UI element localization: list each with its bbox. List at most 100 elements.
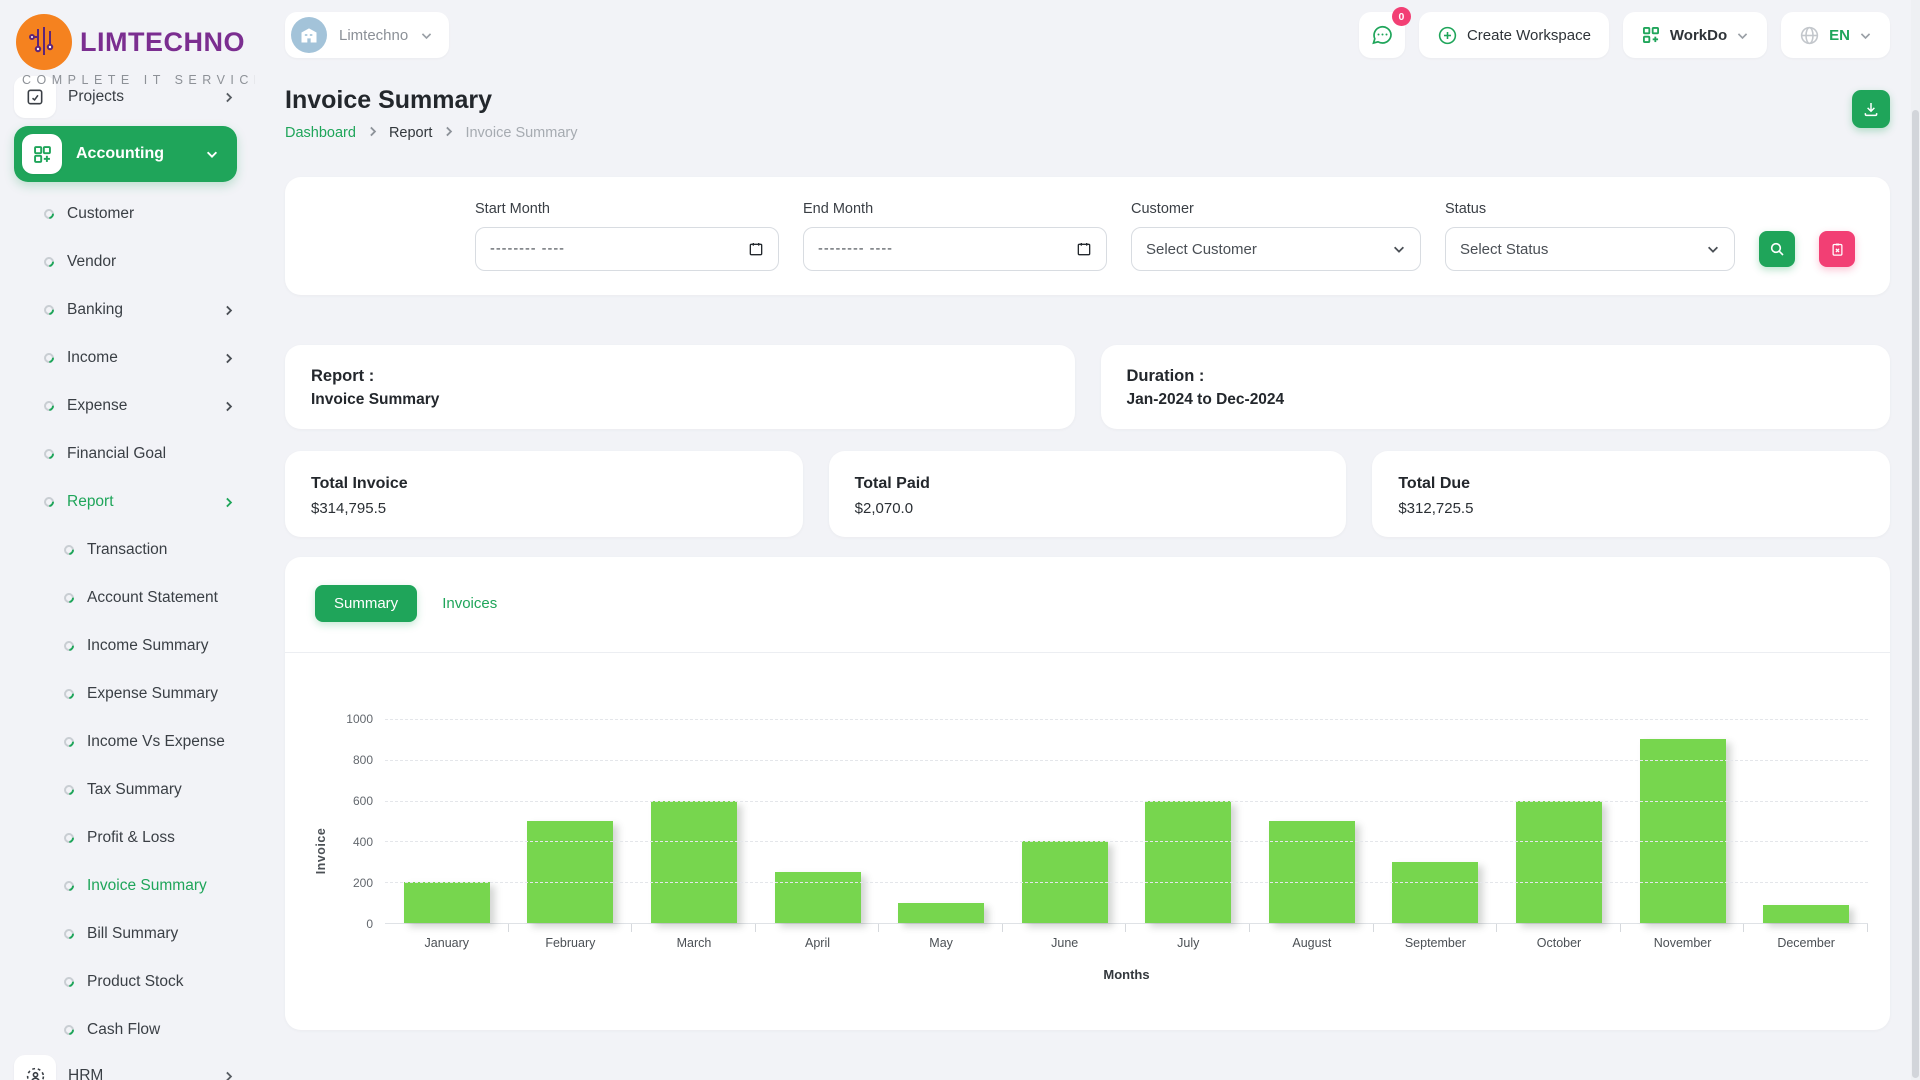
stat-card-total-invoice: Total Invoice $314,795.5 [285, 451, 803, 537]
x-tick-label: September [1404, 936, 1466, 950]
bullet-icon [41, 446, 57, 462]
stat-card-total-paid: Total Paid $2,070.0 [828, 451, 1347, 537]
calendar-icon[interactable] [1076, 241, 1092, 257]
tab-invoices[interactable]: Invoices [423, 585, 516, 622]
bar-april[interactable] [774, 872, 861, 923]
y-tick-label: 200 [352, 876, 373, 890]
x-tick-label: February [545, 936, 596, 950]
bullet-icon [61, 926, 77, 942]
gridline [385, 882, 1868, 884]
clipboard-x-icon [1830, 242, 1845, 257]
x-tick-label: June [1051, 936, 1079, 950]
breadcrumb-report[interactable]: Report [389, 125, 433, 141]
sidebar-item-banking[interactable]: Banking [14, 286, 255, 334]
y-tick-label: 800 [352, 753, 373, 767]
report-info-value: Invoice Summary [311, 391, 440, 408]
sidebar-item-invoice-summary[interactable]: Invoice Summary [14, 862, 255, 910]
bar-march[interactable] [650, 800, 737, 923]
chevron-right-icon [222, 400, 235, 413]
language-selector[interactable]: EN [1781, 12, 1890, 58]
tab-summary[interactable]: Summary [315, 585, 418, 622]
bar-may[interactable] [898, 902, 985, 923]
sidebar-item-label: Product Stock [87, 973, 184, 990]
invoice-bar-chart: Invoice 0 200 400 600 800 1000 January Februar… [309, 712, 1868, 982]
bar-august[interactable] [1268, 821, 1355, 923]
grid-plus-icon [22, 134, 62, 174]
x-tick-label: November [1653, 936, 1712, 950]
bar-column-august [1250, 719, 1374, 932]
bar-november[interactable] [1639, 739, 1726, 923]
page-head: Invoice Summary Dashboard Report Invoice S… [285, 86, 1890, 141]
chevron-right-icon [222, 91, 235, 104]
start-month-field: Start Month -------- ---- [475, 201, 779, 271]
breadcrumb-invoice-summary: Invoice Summary [465, 125, 578, 141]
messages-button[interactable]: 0 [1358, 7, 1411, 58]
calendar-icon[interactable] [748, 241, 764, 257]
reset-filter-button[interactable] [1819, 231, 1855, 267]
sidebar-item-hrm[interactable]: HRM [14, 1054, 255, 1080]
sidebar-item-income-summary[interactable]: Income Summary [14, 622, 255, 670]
bar-column-november [1621, 719, 1745, 932]
bullet-icon [61, 830, 77, 846]
sidebar-item-product-stock[interactable]: Product Stock [14, 958, 255, 1006]
sidebar-item-transaction[interactable]: Transaction [14, 526, 255, 574]
sidebar-item-report[interactable]: Report [14, 478, 255, 526]
gridline [385, 719, 1868, 720]
gridline [385, 759, 1868, 761]
duration-info-title: Duration : [1126, 367, 1205, 385]
sidebar-item-expense[interactable]: Expense [14, 382, 255, 430]
bar-september[interactable] [1392, 861, 1479, 923]
end-month-input[interactable]: -------- ---- [803, 227, 1107, 271]
filter-card: Start Month -------- ---- End Month ----… [285, 177, 1890, 295]
sidebar-item-vendor[interactable]: Vendor [14, 238, 255, 286]
bullet-icon [61, 638, 77, 654]
bar-july[interactable] [1145, 800, 1232, 923]
bar-february[interactable] [527, 821, 614, 923]
status-select[interactable]: Select Status [1445, 227, 1735, 271]
sidebar-item-tax-summary[interactable]: Tax Summary [14, 766, 255, 814]
chevron-right-icon [222, 352, 235, 365]
vertical-scrollbar[interactable] [1911, 0, 1920, 1080]
chart-card: Summary Invoices Invoice 0 200 400 600 800 100… [285, 557, 1890, 1030]
apply-filter-button[interactable] [1759, 231, 1795, 267]
breadcrumb-dashboard[interactable]: Dashboard [285, 125, 356, 141]
messages-badge: 0 [1391, 7, 1411, 26]
chevron-right-icon [442, 125, 455, 141]
sidebar-item-income-vs-expense[interactable]: Income Vs Expense [14, 718, 255, 766]
bar-december[interactable] [1763, 904, 1850, 923]
sidebar-item-financial-goal[interactable]: Financial Goal [14, 430, 255, 478]
sidebar-item-bill-summary[interactable]: Bill Summary [14, 910, 255, 958]
sidebar-item-profit-loss[interactable]: Profit & Loss [14, 814, 255, 862]
info-row: Report : Invoice Summary Duration : Jan-… [285, 345, 1890, 429]
sidebar-item-income[interactable]: Income [14, 334, 255, 382]
sidebar-item-expense-summary[interactable]: Expense Summary [14, 670, 255, 718]
scrollbar-thumb[interactable] [1912, 110, 1919, 1078]
bullet-icon [61, 590, 77, 606]
sidebar-item-label: Accounting [76, 145, 164, 162]
status-label: Status [1445, 201, 1487, 217]
workdo-label: WorkDo [1669, 26, 1728, 44]
bar-column-january [385, 719, 509, 932]
start-month-input[interactable]: -------- ---- [475, 227, 779, 271]
create-workspace-button[interactable]: Create Workspace [1418, 12, 1609, 58]
download-button[interactable] [1852, 90, 1890, 128]
bar-january[interactable] [403, 882, 490, 923]
sidebar-item-label: Projects [68, 88, 124, 105]
stat-card-total-due: Total Due $312,725.5 [1372, 451, 1891, 537]
bar-column-october [1497, 719, 1621, 932]
sidebar-item-account-statement[interactable]: Account Statement [14, 574, 255, 622]
bullet-icon [61, 974, 77, 990]
chevron-down-icon [420, 29, 433, 42]
bar-october[interactable] [1515, 800, 1602, 923]
customer-select[interactable]: Select Customer [1131, 227, 1421, 271]
chevron-down-icon [1736, 29, 1749, 42]
chevron-right-icon [222, 304, 235, 317]
sidebar-item-cash-flow[interactable]: Cash Flow [14, 1006, 255, 1054]
sidebar-item-customer[interactable]: Customer [14, 190, 255, 238]
sidebar-item-accounting[interactable]: Accounting [14, 126, 237, 182]
report-info-title: Report : [311, 367, 375, 385]
bullet-icon [61, 542, 77, 558]
globe-icon [1799, 25, 1820, 46]
workdo-menu-button[interactable]: WorkDo [1622, 12, 1768, 58]
workspace-switcher[interactable]: Limtechno [285, 12, 450, 58]
